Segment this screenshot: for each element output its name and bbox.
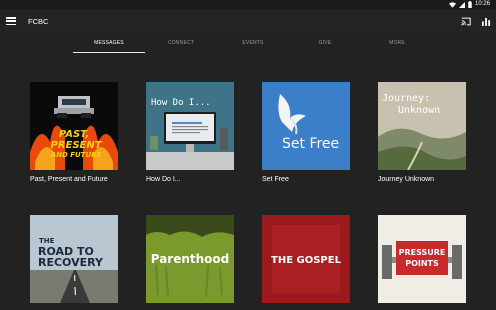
series-title: Journey Unknown: [378, 176, 435, 183]
series-card-parenthood[interactable]: Parenthood: [146, 215, 234, 309]
wifi-icon: [448, 1, 456, 8]
signal-icon: [458, 1, 465, 8]
battery-icon: [468, 1, 472, 8]
series-card-journey-unknown[interactable]: Journey: Unknown Journey Unknown: [378, 82, 466, 183]
series-title: How Do I...: [146, 176, 181, 183]
tab-more[interactable]: MORE: [361, 35, 433, 53]
series-card-pressure-points[interactable]: PRESSURE POINTS: [378, 215, 466, 309]
tab-give[interactable]: GIVE: [289, 35, 361, 53]
series-title: Past, Present and Future: [30, 176, 108, 183]
art-text: Set Free: [282, 136, 339, 152]
art-text: THE: [39, 237, 55, 245]
series-artwork: THE GOSPEL: [262, 215, 350, 303]
tab-connect[interactable]: CONNECT: [145, 35, 217, 53]
art-text: RECOVERY: [38, 256, 104, 269]
tab-events[interactable]: EVENTS: [217, 35, 289, 53]
art-text: PAST,: [59, 129, 89, 140]
series-card-the-gospel[interactable]: THE GOSPEL: [262, 215, 350, 309]
series-artwork: How Do I...: [146, 82, 234, 170]
art-text: Journey:: [382, 93, 430, 104]
menu-icon[interactable]: [6, 17, 16, 26]
cast-icon[interactable]: [461, 17, 471, 26]
tab-bar: MESSAGES CONNECT EVENTS GIVE MORE: [73, 35, 433, 53]
art-text: THE GOSPEL: [271, 255, 342, 266]
status-time: 10:26: [474, 1, 490, 7]
art-text: PRESENT: [50, 140, 102, 151]
series-artwork: PAST, PRESENT AND FUTURE: [30, 82, 118, 170]
art-text: PRESSURE: [399, 248, 446, 257]
status-icons: 10:26: [448, 1, 490, 8]
art-text: Parenthood: [151, 252, 230, 266]
series-artwork: PRESSURE POINTS: [378, 215, 466, 303]
series-card-past-present-future[interactable]: PAST, PRESENT AND FUTURE Past, Present a…: [30, 82, 118, 183]
app-bar: FCBC: [0, 9, 496, 35]
series-title: Set Free: [262, 176, 289, 183]
art-text: AND FUTURE: [50, 151, 102, 159]
tab-messages[interactable]: MESSAGES: [73, 35, 145, 53]
series-artwork: Journey: Unknown: [378, 82, 466, 170]
art-text: How Do I...: [151, 98, 211, 108]
app-title: FCBC: [28, 17, 49, 26]
stats-icon[interactable]: [481, 17, 491, 26]
series-card-how-do-i[interactable]: How Do I... How Do I...: [146, 82, 234, 183]
art-text: POINTS: [405, 259, 439, 268]
series-card-set-free[interactable]: Set Free Set Free: [262, 82, 350, 183]
art-text: Unknown: [398, 105, 440, 116]
series-artwork: Parenthood: [146, 215, 234, 303]
series-grid: PAST, PRESENT AND FUTURE Past, Present a…: [0, 53, 496, 310]
series-card-road-to-recovery[interactable]: THE ROAD TO RECOVERY: [30, 215, 118, 309]
series-artwork: THE ROAD TO RECOVERY: [30, 215, 118, 303]
series-artwork: Set Free: [262, 82, 350, 170]
status-bar: 10:26: [0, 0, 496, 9]
